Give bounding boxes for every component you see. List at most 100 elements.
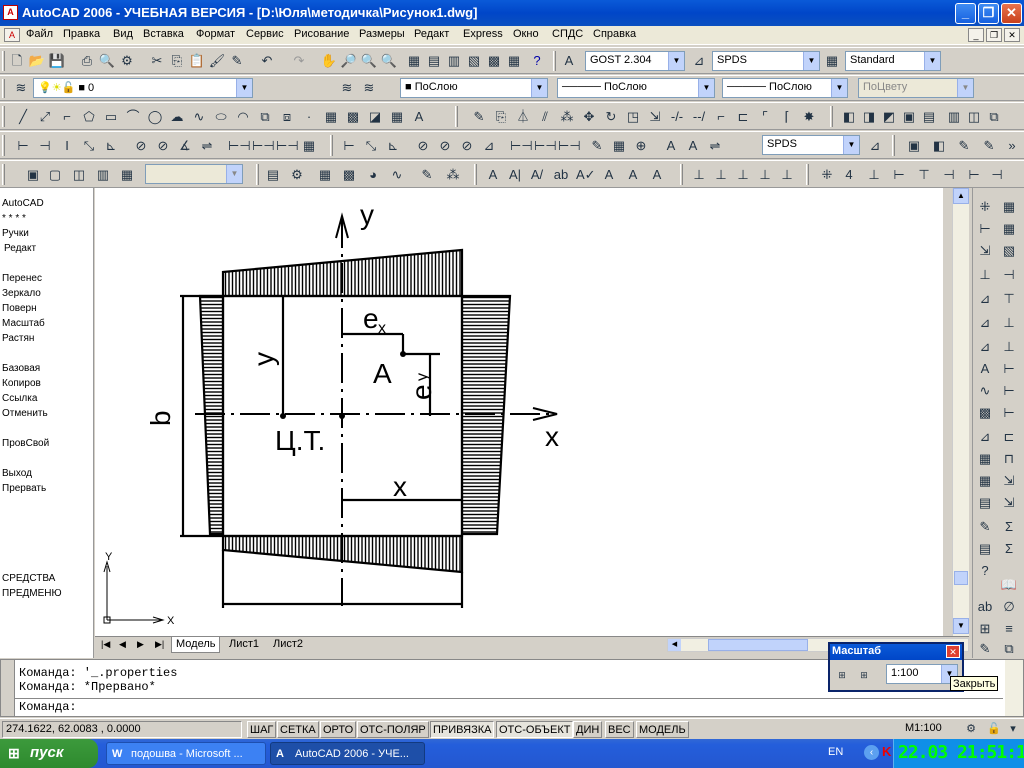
chevron-down-icon[interactable]: ▼: [803, 52, 819, 70]
screen-menu-item[interactable]: Масштаб: [2, 318, 45, 329]
hatch-icon[interactable]: ▦: [322, 108, 340, 126]
osnap-toggle[interactable]: ПРИВЯЗКА: [430, 721, 495, 738]
spds-dim5-icon[interactable]: ⊘: [436, 137, 454, 155]
grid-toggle[interactable]: СЕТКА: [277, 721, 319, 738]
print-icon[interactable]: ⎙: [78, 52, 96, 70]
dim-continue-icon[interactable]: ⊢⊣: [252, 137, 275, 155]
join-icon[interactable]: ⊏: [734, 108, 752, 126]
copy-object-icon[interactable]: ⎘: [492, 108, 510, 126]
spds-level5-icon[interactable]: ⊥: [778, 166, 796, 184]
language-indicator[interactable]: EN: [828, 746, 843, 758]
screen-menu-item[interactable]: Перенес: [2, 273, 42, 284]
rt-tool-33-icon[interactable]: ?: [976, 562, 994, 580]
chevron-down-icon[interactable]: ▼: [531, 79, 547, 97]
otrack-toggle[interactable]: ОТС-ОБЪЕКТ: [496, 721, 574, 738]
screen-menu-item[interactable]: * * * *: [2, 213, 26, 224]
rt-tool-30-icon[interactable]: Σ: [1000, 518, 1018, 536]
tray-collapse-icon[interactable]: ‹: [864, 745, 879, 760]
tab-layout1[interactable]: Лист1: [225, 637, 263, 653]
command-scrollbar[interactable]: [1005, 660, 1023, 716]
zoom-realtime-icon[interactable]: 🔎: [340, 52, 358, 70]
make-block-icon[interactable]: ⧈: [278, 108, 296, 126]
rt-tool-8-icon[interactable]: ⊣: [1000, 266, 1018, 284]
more-tools-icon[interactable]: »: [1003, 137, 1021, 155]
spds-level3-icon[interactable]: ⊥: [734, 166, 752, 184]
dim-linear-icon[interactable]: ⊢: [14, 137, 32, 155]
dim-diameter-icon[interactable]: ⊘: [154, 137, 172, 155]
dim-style-select-2[interactable]: SPDS ▼: [762, 135, 860, 155]
spds-axis5-icon[interactable]: ⊢: [965, 166, 983, 184]
document-icon[interactable]: A: [4, 28, 20, 42]
ortho-toggle[interactable]: ОРТО: [320, 721, 357, 738]
rt-tool-20-icon[interactable]: ⊢: [1000, 404, 1018, 422]
layer-previous-icon[interactable]: ≋: [360, 79, 378, 97]
zoom-window-icon[interactable]: 🔍: [360, 52, 378, 70]
menu-express[interactable]: Express: [463, 28, 503, 40]
color-select[interactable]: ■ ПоСлою ▼: [400, 78, 548, 98]
spds-level2-icon[interactable]: ⊥: [712, 166, 730, 184]
start-button[interactable]: ⊞ пуск: [0, 739, 98, 768]
rt-tool-23-icon[interactable]: ▦: [976, 450, 994, 468]
screen-menu-item[interactable]: Отменить: [2, 408, 48, 419]
qleader-icon[interactable]: ⊢⊣: [276, 137, 299, 155]
rt-tool-9-icon[interactable]: ⊿: [976, 290, 994, 308]
dyn-toggle[interactable]: ДИН: [573, 721, 603, 738]
dim-front-icon[interactable]: ▤: [920, 108, 938, 126]
scale-panel-close-button[interactable]: ✕: [946, 645, 960, 658]
fillet-icon[interactable]: ⌈: [778, 108, 796, 126]
scale-select[interactable]: 1:100 ▼: [886, 664, 958, 684]
drawing-canvas[interactable]: y x b y x e x e y A Ц.Т. Y X: [95, 188, 943, 636]
rt-tool-17-icon[interactable]: ∿: [976, 382, 994, 400]
toolbar-grip[interactable]: [2, 51, 5, 71]
ellipse-icon[interactable]: ⬭: [212, 108, 230, 126]
scale-icon-2[interactable]: ⊞: [856, 666, 872, 682]
screen-menu-item[interactable]: Редакт: [4, 243, 36, 254]
viewport4-icon[interactable]: ▥: [94, 166, 112, 184]
spds-level4-icon[interactable]: ⊥: [756, 166, 774, 184]
spds-table-icon[interactable]: ▦: [316, 166, 334, 184]
properties-icon[interactable]: ▦: [405, 52, 423, 70]
rt-tool-10-icon[interactable]: ⊤: [1000, 290, 1018, 308]
menu-draw[interactable]: Рисование: [294, 28, 349, 40]
mirror-icon[interactable]: ⏃: [514, 108, 532, 126]
screen-menu-item[interactable]: ПровСвой: [2, 438, 49, 449]
spds-level-icon[interactable]: ⊥: [690, 166, 708, 184]
make-current-layer-icon[interactable]: ≋: [338, 79, 356, 97]
chevron-down-icon[interactable]: ▼: [843, 136, 859, 154]
insert-block-icon[interactable]: ⧉: [256, 108, 274, 126]
dim-textedit-icon[interactable]: A: [684, 137, 702, 155]
menu-file[interactable]: Файл: [26, 28, 53, 40]
blockedit2-icon[interactable]: ⧉: [985, 108, 1003, 126]
spds-grid-icon[interactable]: ⁜: [818, 166, 836, 184]
cut-icon[interactable]: ✂: [148, 52, 166, 70]
doc-restore-button[interactable]: ❐: [986, 28, 1002, 42]
arc-icon[interactable]: ⌒: [124, 108, 142, 126]
rectangle-icon[interactable]: ▭: [102, 108, 120, 126]
menu-format[interactable]: Формат: [196, 28, 235, 40]
screen-menu-item[interactable]: Копиров: [2, 378, 41, 389]
trim-icon[interactable]: -/-: [668, 108, 686, 126]
minimize-button[interactable]: _: [955, 3, 976, 24]
polar-toggle[interactable]: ОТС-ПОЛЯР: [357, 721, 429, 738]
toolbar-grip[interactable]: [806, 164, 809, 185]
dim-edit-icon[interactable]: A: [662, 137, 680, 155]
rt-tool-31-icon[interactable]: ▤: [976, 540, 994, 558]
menu-window[interactable]: Окно: [513, 28, 539, 40]
rt-tool-14-icon[interactable]: ⊥: [1000, 338, 1018, 356]
table-style-icon[interactable]: ▦: [823, 52, 841, 70]
command-prompt[interactable]: Команда:: [19, 700, 77, 714]
text-style-select[interactable]: GOST 2.304 ▼: [585, 51, 685, 71]
spds-globe-icon[interactable]: ◕: [364, 166, 382, 184]
dim-update-icon[interactable]: ⇌: [706, 137, 724, 155]
spds-axis3-icon[interactable]: ⊤: [915, 166, 933, 184]
blockedit-icon[interactable]: ✎: [228, 52, 246, 70]
rt-tool-19-icon[interactable]: ▩: [976, 404, 994, 422]
rt-tool-24-icon[interactable]: ⊓: [1000, 450, 1018, 468]
polyline-icon[interactable]: ⌐: [58, 108, 76, 126]
screen-menu-item[interactable]: Выход: [2, 468, 32, 479]
menu-dimension[interactable]: Размеры: [359, 28, 405, 40]
model-toggle[interactable]: МОДЕЛЬ: [636, 721, 689, 738]
zoom-previous-icon[interactable]: 🔍: [380, 52, 398, 70]
spds-dim7-icon[interactable]: ⊿: [480, 137, 498, 155]
tab-first-button[interactable]: |◀: [97, 637, 114, 653]
